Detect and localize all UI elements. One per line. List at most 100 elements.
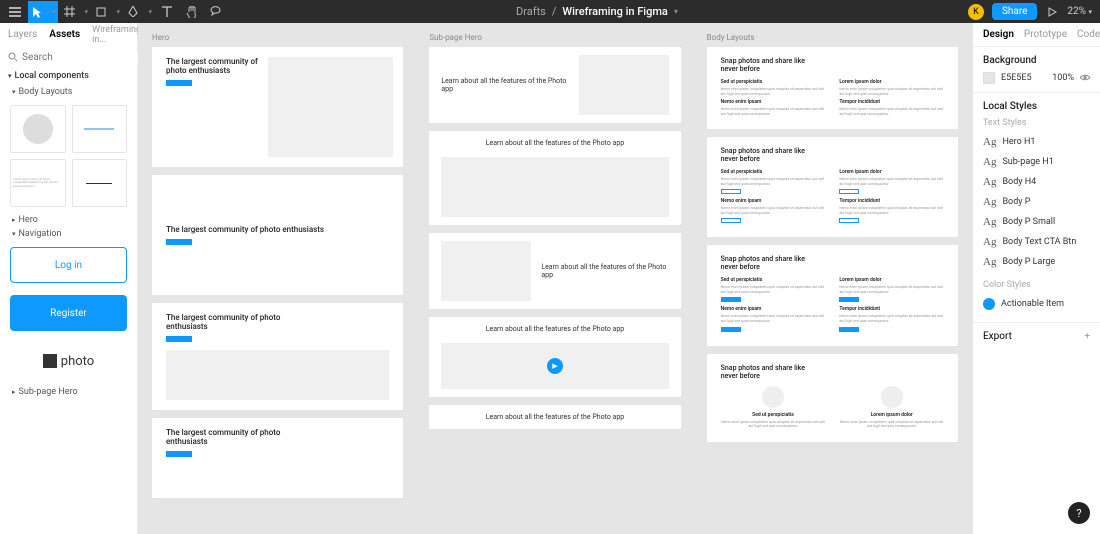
toolbar-title[interactable]: Drafts / Wireframing in Figma ▾ xyxy=(226,5,968,18)
subpage-frame-2[interactable]: Learn about all the features of the Phot… xyxy=(429,131,680,225)
section-body-layouts[interactable]: ▾ Body Layouts xyxy=(0,85,137,99)
shape-tool[interactable]: ▾ xyxy=(92,1,122,23)
help-button[interactable]: ? xyxy=(1068,502,1090,524)
text-styles-subtitle: Text Styles xyxy=(983,118,1090,128)
subpage-frame-5[interactable]: Learn about all the features of the Phot… xyxy=(429,405,680,429)
subpage-frame-1[interactable]: Learn about all the features of the Phot… xyxy=(429,47,680,123)
subpage-frame-4[interactable]: Learn about all the features of the Phot… xyxy=(429,317,680,397)
tab-code[interactable]: Code xyxy=(1077,29,1100,40)
breadcrumb-sep: / xyxy=(552,5,557,18)
menu-icon[interactable] xyxy=(4,1,26,23)
tab-assets[interactable]: Assets xyxy=(49,29,80,40)
right-panel-tabs: Design Prototype Code xyxy=(973,23,1100,47)
image-placeholder xyxy=(441,157,668,217)
canvas[interactable]: Hero The largest community of photo enth… xyxy=(138,23,972,534)
tab-layers[interactable]: Layers xyxy=(8,29,37,40)
share-button[interactable]: Share xyxy=(992,3,1037,20)
image-placeholder xyxy=(579,55,669,115)
body-frame-3[interactable]: Snap photos and share like never before … xyxy=(707,245,958,345)
section-navigation[interactable]: ▾ Navigation xyxy=(0,227,137,241)
avatar[interactable]: K xyxy=(968,4,984,20)
asset-grid-body: Lorem ipsum dolor sit amet consectetur a… xyxy=(0,99,137,213)
chevron-down-icon: ▾ xyxy=(52,8,56,16)
text-style-item[interactable]: AgHero H1 xyxy=(983,132,1090,152)
asset-thumb[interactable] xyxy=(10,105,66,153)
caret-down-icon: ▾ xyxy=(8,72,12,80)
nav-logo[interactable]: photo xyxy=(10,343,127,379)
color-swatch[interactable] xyxy=(983,72,995,84)
frame-tool[interactable]: ▾ xyxy=(60,1,90,23)
section-subpage-hero[interactable]: ▸ Sub-page Hero xyxy=(0,385,137,399)
nav-login-button[interactable]: Log in xyxy=(10,247,127,283)
search-input[interactable] xyxy=(22,52,155,63)
chevron-down-icon: ▾ xyxy=(84,8,88,16)
local-styles-section: Local Styles Text Styles AgHero H1 AgSub… xyxy=(973,93,1100,323)
move-tool[interactable]: ▾ xyxy=(28,1,58,23)
main-area: Layers Assets Wireframing in...▾ ▾ Local… xyxy=(0,23,1100,534)
comment-tool[interactable] xyxy=(204,1,226,23)
hero-frame-2[interactable]: The largest community of photo enthusias… xyxy=(152,175,403,295)
text-style-item[interactable]: AgBody H4 xyxy=(983,172,1090,192)
zoom-level[interactable]: 22% ▾ xyxy=(1067,6,1092,17)
frame-label: Sub-page Hero xyxy=(429,33,680,42)
image-placeholder xyxy=(166,350,389,400)
toolbar-right: K Share 22% ▾ xyxy=(968,3,1096,20)
pen-tool[interactable]: ▾ xyxy=(124,1,154,23)
subpage-frame-3[interactable]: Learn about all the features of the Phot… xyxy=(429,233,680,309)
section-hero[interactable]: ▸ Hero xyxy=(0,213,137,227)
frame-label: Body Layouts xyxy=(707,33,958,42)
caret-down-icon: ▾ xyxy=(12,230,16,238)
hero-frame-4[interactable]: The largest community of photo enthusias… xyxy=(152,418,403,498)
left-panel-tabs: Layers Assets Wireframing in...▾ xyxy=(0,23,137,47)
export-section[interactable]: Export + xyxy=(973,323,1100,350)
asset-thumb[interactable] xyxy=(72,159,128,207)
chevron-down-icon: ▾ xyxy=(148,8,152,16)
search-icon[interactable] xyxy=(8,51,18,63)
canvas-col-hero: Hero The largest community of photo enth… xyxy=(152,33,403,498)
image-placeholder xyxy=(441,241,531,301)
body-frame-1[interactable]: Snap photos and share like never before … xyxy=(707,47,958,129)
video-placeholder: ▶ xyxy=(441,343,668,389)
text-style-item[interactable]: AgBody P xyxy=(983,192,1090,212)
export-label: Export xyxy=(983,331,1012,342)
visibility-icon[interactable] xyxy=(1080,73,1090,83)
text-style-item[interactable]: AgSub-page H1 xyxy=(983,152,1090,172)
right-panel: Design Prototype Code Background E5E5E5 … xyxy=(972,23,1100,534)
background-opacity[interactable]: 100% xyxy=(1052,73,1074,83)
present-icon[interactable] xyxy=(1045,5,1059,19)
asset-thumb[interactable] xyxy=(72,105,128,153)
tab-design[interactable]: Design xyxy=(983,29,1014,40)
chevron-down-icon[interactable]: ▾ xyxy=(674,7,678,16)
search-row xyxy=(0,47,137,67)
background-section: Background E5E5E5 100% xyxy=(973,47,1100,93)
local-components-header[interactable]: ▾ Local components xyxy=(0,67,137,85)
color-style-item[interactable]: Actionable Item xyxy=(983,294,1090,314)
body-frame-4[interactable]: Snap photos and share like never before … xyxy=(707,354,958,442)
background-hex[interactable]: E5E5E5 xyxy=(1001,73,1046,83)
text-style-item[interactable]: AgBody P Large xyxy=(983,252,1090,272)
cta-placeholder xyxy=(166,336,192,342)
background-row[interactable]: E5E5E5 100% xyxy=(983,72,1090,84)
ag-icon: Ag xyxy=(983,256,996,268)
ag-icon: Ag xyxy=(983,236,996,248)
ag-icon: Ag xyxy=(983,176,996,188)
ag-icon: Ag xyxy=(983,136,996,148)
background-title: Background xyxy=(983,55,1090,66)
hero-frame-3[interactable]: The largest community of photo enthusias… xyxy=(152,303,403,410)
body-frame-2[interactable]: Snap photos and share like never before … xyxy=(707,137,958,237)
top-toolbar: ▾ ▾ ▾ ▾ Drafts / Wireframing in Figma ▾ … xyxy=(0,0,1100,23)
text-tool[interactable] xyxy=(156,1,178,23)
plus-icon[interactable]: + xyxy=(1084,331,1090,342)
nav-register-button[interactable]: Register xyxy=(10,295,127,331)
image-placeholder xyxy=(268,57,394,157)
toolbar-left: ▾ ▾ ▾ ▾ xyxy=(4,1,226,23)
text-style-item[interactable]: AgBody Text CTA Btn xyxy=(983,232,1090,252)
chevron-down-icon: ▾ xyxy=(116,8,120,16)
caret-down-icon: ▾ xyxy=(12,88,16,96)
text-style-item[interactable]: AgBody P Small xyxy=(983,212,1090,232)
play-icon: ▶ xyxy=(547,358,563,374)
tab-prototype[interactable]: Prototype xyxy=(1024,29,1067,40)
hero-frame-1[interactable]: The largest community of photo enthusias… xyxy=(152,47,403,167)
asset-thumb[interactable]: Lorem ipsum dolor sit amet consectetur a… xyxy=(10,159,66,207)
hand-tool[interactable] xyxy=(180,1,202,23)
